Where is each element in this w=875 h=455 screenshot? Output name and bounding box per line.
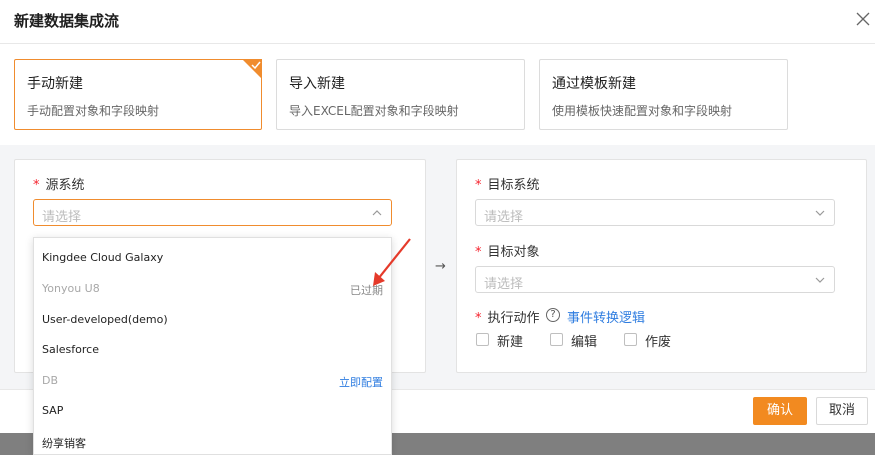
selected-check-icon <box>242 59 262 79</box>
source-system-dropdown: Kingdee Cloud Galaxy Yonyou U8 已过期 User-… <box>33 237 392 455</box>
action-label: * 执行动作 <box>475 311 540 326</box>
mode-desc: 使用模板快速配置对象和字段映射 <box>552 104 733 118</box>
event-logic-link[interactable]: 事件转换逻辑 <box>567 307 645 326</box>
dropdown-option[interactable]: 纷享销客 <box>34 427 391 454</box>
mode-card-import[interactable]: 导入新建 导入EXCEL配置对象和字段映射 <box>276 59 525 130</box>
dropdown-option: DB 立即配置 <box>34 366 391 396</box>
action-edit-label: 编辑 <box>571 335 598 350</box>
target-object-placeholder: 请选择 <box>484 277 524 292</box>
option-name: SAP <box>42 404 64 417</box>
option-name: Kingdee Cloud Galaxy <box>42 251 164 264</box>
mode-card-manual[interactable]: 手动新建 手动配置对象和字段映射 <box>14 59 262 130</box>
source-system-placeholder: 请选择 <box>42 210 82 225</box>
dropdown-option[interactable]: Kingdee Cloud Galaxy <box>34 243 391 273</box>
mode-title: 导入新建 <box>289 76 345 92</box>
action-edit-checkbox[interactable] <box>550 333 563 346</box>
configure-now-link[interactable]: 立即配置 <box>339 374 383 390</box>
confirm-button[interactable]: 确认 <box>753 397 807 425</box>
option-name: User-developed(demo) <box>42 313 168 326</box>
target-system-placeholder: 请选择 <box>484 210 524 225</box>
chevron-up-icon <box>372 210 382 216</box>
mode-card-template[interactable]: 通过模板新建 使用模板快速配置对象和字段映射 <box>539 59 788 130</box>
option-name: 纷享销客 <box>42 437 86 450</box>
question-circle-icon[interactable]: ? <box>546 308 560 322</box>
target-system-select[interactable]: 请选择 <box>475 199 835 226</box>
chevron-down-icon <box>815 210 825 216</box>
dropdown-option: Yonyou U8 已过期 <box>34 274 391 304</box>
mode-title: 通过模板新建 <box>552 76 636 92</box>
source-system-label: * 源系统 <box>33 178 85 193</box>
action-void-checkbox[interactable] <box>624 333 637 346</box>
mode-desc: 导入EXCEL配置对象和字段映射 <box>289 104 459 118</box>
dropdown-option[interactable]: Salesforce <box>34 335 391 365</box>
source-system-select[interactable]: 请选择 <box>33 199 392 226</box>
option-name: Salesforce <box>42 343 99 356</box>
target-object-label: * 目标对象 <box>475 245 540 260</box>
target-system-label: * 目标系统 <box>475 178 540 193</box>
option-name: DB <box>42 374 59 387</box>
dropdown-option[interactable]: User-developed(demo) <box>34 305 391 335</box>
dropdown-option[interactable]: SAP <box>34 396 391 426</box>
mapping-arrow: → <box>435 259 446 274</box>
cancel-button[interactable]: 取消 <box>816 397 868 425</box>
modal-title: 新建数据集成流 <box>14 12 120 30</box>
annotation-arrow-icon <box>373 238 411 286</box>
action-void-label: 作废 <box>645 335 672 350</box>
modal-header: 新建数据集成流 <box>0 0 875 44</box>
chevron-down-icon <box>815 277 825 283</box>
action-create-label: 新建 <box>497 335 524 350</box>
target-object-select[interactable]: 请选择 <box>475 266 835 293</box>
mode-title: 手动新建 <box>27 76 83 92</box>
mode-desc: 手动配置对象和字段映射 <box>27 104 160 118</box>
close-icon[interactable] <box>855 11 871 27</box>
action-create-checkbox[interactable] <box>476 333 489 346</box>
option-name: Yonyou U8 <box>42 282 100 295</box>
